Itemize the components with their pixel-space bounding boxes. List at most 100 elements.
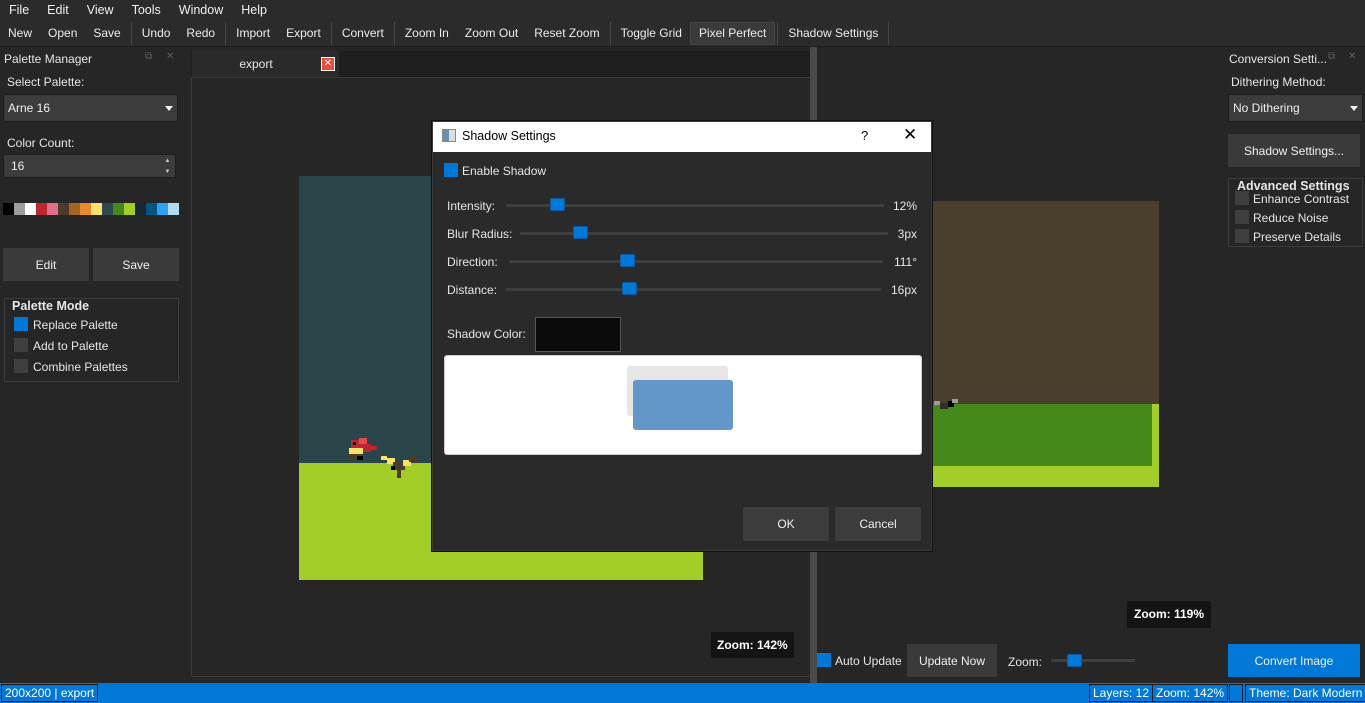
spin-down-icon[interactable]: ▼ [161, 167, 174, 177]
palette-swatch[interactable] [135, 203, 146, 215]
enable-shadow-checkbox[interactable] [444, 163, 458, 177]
direction-label: Direction: [447, 255, 498, 269]
blur-radius-label: Blur Radius: [447, 227, 513, 241]
toggle-grid-button[interactable]: Toggle Grid [613, 22, 690, 45]
palette-swatch[interactable] [3, 203, 14, 215]
menu-edit[interactable]: Edit [38, 0, 78, 20]
tab-close-icon[interactable]: ✕ [321, 57, 335, 71]
preview-zoom-badge: Zoom: 119% [1127, 601, 1212, 628]
reset-zoom-button[interactable]: Reset Zoom [526, 22, 607, 45]
pixel-perfect-button[interactable]: Pixel Perfect [689, 21, 776, 45]
distance-slider[interactable] [506, 288, 881, 291]
palette-swatch[interactable] [36, 203, 47, 215]
palette-swatch[interactable] [80, 203, 91, 215]
close-icon[interactable]: ✕ [903, 125, 917, 145]
redo-button[interactable]: Redo [178, 22, 223, 45]
palette-swatch[interactable] [157, 203, 168, 215]
preview-zoom-slider-label: Zoom: [1008, 655, 1043, 669]
add-to-palette-radio[interactable] [14, 338, 28, 352]
menu-help[interactable]: Help [232, 0, 276, 20]
menu-view[interactable]: View [78, 0, 123, 20]
palette-swatch[interactable] [113, 203, 124, 215]
direction-slider[interactable] [509, 260, 883, 263]
dithering-select[interactable]: No Dithering [1228, 94, 1363, 122]
float-icon[interactable]: ⧉ [1328, 51, 1335, 62]
preview-lizard-sprite [934, 399, 958, 409]
auto-update-checkbox[interactable] [817, 653, 831, 667]
status-separator [1229, 684, 1243, 702]
open-button[interactable]: Open [40, 22, 85, 45]
menu-tools[interactable]: Tools [123, 0, 170, 20]
menu-window[interactable]: Window [170, 0, 232, 20]
toolbar: New Open Save Undo Redo Import Export Co… [0, 20, 1365, 47]
spin-up-icon[interactable]: ▲ [161, 156, 174, 166]
help-icon[interactable]: ? [861, 128, 868, 143]
panel-title: Conversion Setti... [1229, 52, 1328, 66]
save-palette-button[interactable]: Save [93, 248, 179, 281]
float-icon[interactable]: ⧉ [145, 51, 152, 62]
palette-swatch[interactable] [168, 203, 179, 215]
palette-manager-panel: Palette Manager ⧉ ✕ Select Palette: Arne… [0, 47, 183, 683]
palette-swatch[interactable] [124, 203, 135, 215]
replace-palette-radio[interactable] [14, 317, 28, 331]
auto-update-label: Auto Update [835, 654, 902, 668]
dialog-titlebar: Shadow Settings ? ✕ [433, 122, 931, 152]
palette-swatch[interactable] [14, 203, 25, 215]
close-icon[interactable]: ✕ [166, 51, 174, 62]
window-icon [442, 129, 456, 142]
advanced-settings-title: Advanced Settings [1237, 179, 1350, 193]
palette-select[interactable]: Arne 16 [3, 94, 178, 122]
blur-radius-slider-handle[interactable] [573, 226, 588, 239]
shadow-settings-panel-button[interactable]: Shadow Settings... [1228, 134, 1360, 167]
combine-palettes-radio[interactable] [14, 359, 28, 373]
intensity-slider-handle[interactable] [550, 198, 565, 211]
palette-mode-title: Palette Mode [12, 299, 90, 313]
cancel-button[interactable]: Cancel [835, 507, 921, 541]
panel-title: Palette Manager [4, 52, 93, 66]
palette-swatch[interactable] [25, 203, 36, 215]
undo-button[interactable]: Undo [134, 22, 179, 45]
palette-swatch[interactable] [47, 203, 58, 215]
close-icon[interactable]: ✕ [1348, 51, 1356, 62]
preview-zoom-slider[interactable] [1051, 659, 1135, 662]
direction-slider-handle[interactable] [620, 254, 635, 267]
edit-palette-button[interactable]: Edit [3, 248, 89, 281]
reduce-noise-checkbox[interactable] [1235, 210, 1249, 224]
palette-swatch[interactable] [146, 203, 157, 215]
new-button[interactable]: New [0, 22, 40, 45]
palette-swatch[interactable] [69, 203, 80, 215]
preview-image [932, 201, 1159, 487]
palette-swatch[interactable] [102, 203, 113, 215]
zoom-out-button[interactable]: Zoom Out [457, 22, 526, 45]
dithering-label: Dithering Method: [1231, 75, 1326, 89]
save-button[interactable]: Save [85, 22, 128, 45]
convert-button[interactable]: Convert [334, 22, 392, 45]
red-bird-sprite [347, 438, 377, 460]
export-button[interactable]: Export [278, 22, 329, 45]
convert-image-button[interactable]: Convert Image [1228, 644, 1360, 677]
tab-label: export [239, 57, 273, 71]
dithering-select-value: No Dithering [1233, 101, 1300, 115]
menu-file[interactable]: File [0, 0, 38, 20]
shadow-color-picker[interactable] [535, 317, 621, 352]
import-button[interactable]: Import [228, 22, 278, 45]
menu-bar: File Edit View Tools Window Help [0, 0, 1365, 20]
preserve-details-checkbox[interactable] [1235, 229, 1249, 243]
distance-label: Distance: [447, 283, 498, 297]
color-count-spinbox[interactable]: 16 ▲ ▼ [3, 154, 176, 178]
update-now-button[interactable]: Update Now [907, 644, 997, 677]
enhance-contrast-checkbox[interactable] [1235, 191, 1249, 205]
preview-zoom-slider-handle[interactable] [1067, 654, 1082, 667]
ok-button[interactable]: OK [743, 507, 829, 541]
zoom-in-button[interactable]: Zoom In [397, 22, 457, 45]
tab-export[interactable]: export ✕ [192, 51, 339, 77]
shadow-settings-button[interactable]: Shadow Settings [780, 22, 886, 45]
preview-foreground-shape [633, 380, 733, 430]
palette-mode-group: Palette Mode Replace Palette Add to Pale… [4, 298, 179, 382]
preserve-details-label: Preserve Details [1253, 230, 1342, 244]
chevron-down-icon [163, 99, 174, 117]
toolbar-separator [130, 21, 132, 45]
palette-swatch[interactable] [58, 203, 69, 215]
distance-slider-handle[interactable] [622, 282, 637, 295]
palette-swatch[interactable] [91, 203, 102, 215]
